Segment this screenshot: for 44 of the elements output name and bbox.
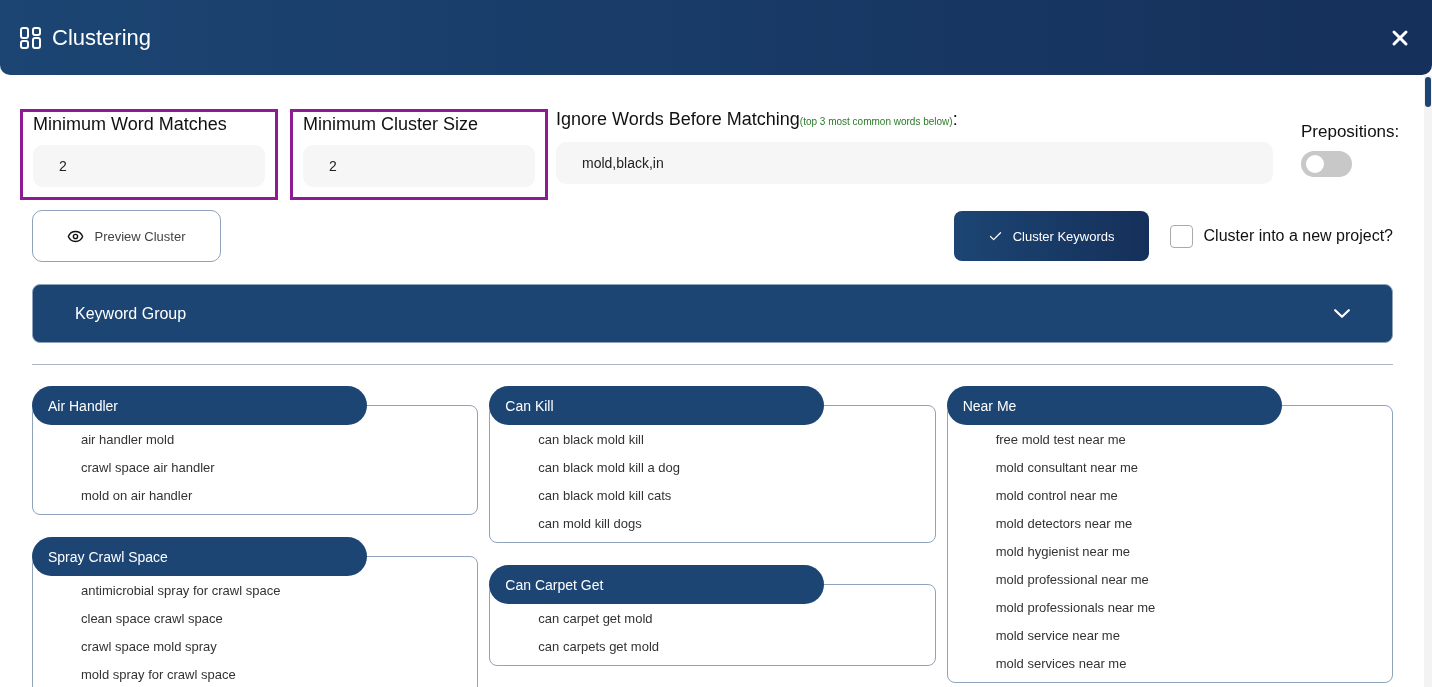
keyword-item: air handler mold	[81, 431, 176, 449]
keyword-item: mold professionals near me	[995, 599, 1157, 617]
group-title: Air Handler	[32, 386, 367, 425]
keyword-item: antimicrobial spray for crawl space	[81, 582, 282, 600]
keyword-item: can mold kill dogs	[538, 515, 643, 533]
keyword-item: mold consultant near me	[995, 459, 1139, 477]
keyword-item: mold control near me	[995, 487, 1119, 505]
keyword-item: mold professional near me	[995, 571, 1150, 589]
cluster-button[interactable]: Cluster Keywords	[953, 211, 1149, 261]
keyword-item: mold service near me	[995, 627, 1121, 645]
keyword-item: crawl space mold spray	[81, 638, 218, 656]
keyword-item: mold detectors near me	[995, 515, 1134, 533]
group-title: Near Me	[946, 386, 1282, 425]
grid-icon	[20, 26, 42, 49]
chevron-icon	[1334, 309, 1350, 318]
keyword-item: can carpets get mold	[538, 638, 660, 656]
keyword-item: free mold test near me	[995, 431, 1127, 449]
keyword-item: mold hygienist near me	[995, 543, 1132, 561]
input-field[interactable]: 2	[303, 145, 535, 187]
keyword-item: can carpet get mold	[538, 610, 654, 628]
keyword-item: mold spray for crawl space	[81, 666, 237, 684]
keyword-item: mold on air handler	[81, 487, 194, 505]
group-title: Spray Crawl Space	[32, 537, 367, 576]
keyword-item: can black mold kill cats	[538, 487, 673, 505]
group-title: Can Kill	[489, 386, 825, 425]
keyword-item: clean space crawl space	[81, 610, 224, 628]
input-field[interactable]: mold,black,in	[556, 142, 1273, 184]
toggle-switch[interactable]	[1301, 151, 1352, 177]
preview-button[interactable]: Preview Cluster	[32, 210, 221, 262]
accordion-header[interactable]: Keyword Group	[32, 284, 1393, 343]
checkbox-label: Cluster into a new project?	[1203, 227, 1393, 245]
keyword-item: can black mold kill a dog	[538, 459, 681, 477]
field-label: Ignore Words Before Matching(top 3 most common words below):	[556, 109, 959, 130]
keyword-item: mold services near me	[995, 655, 1128, 673]
dialog-title: Clustering	[52, 24, 152, 51]
keyword-item: crawl space air handler	[81, 459, 216, 477]
checkbox[interactable]	[1169, 224, 1193, 248]
group-title: Can Carpet Get	[489, 565, 825, 604]
keyword-item: can black mold kill	[538, 431, 645, 449]
toggle-label: Prepositions:	[1301, 121, 1400, 143]
scrollbar-thumb[interactable]	[1425, 77, 1431, 107]
field-label: Minimum Cluster Size	[303, 114, 480, 135]
input-field[interactable]: 2	[33, 145, 265, 187]
field-label: Minimum Word Matches	[33, 114, 228, 135]
